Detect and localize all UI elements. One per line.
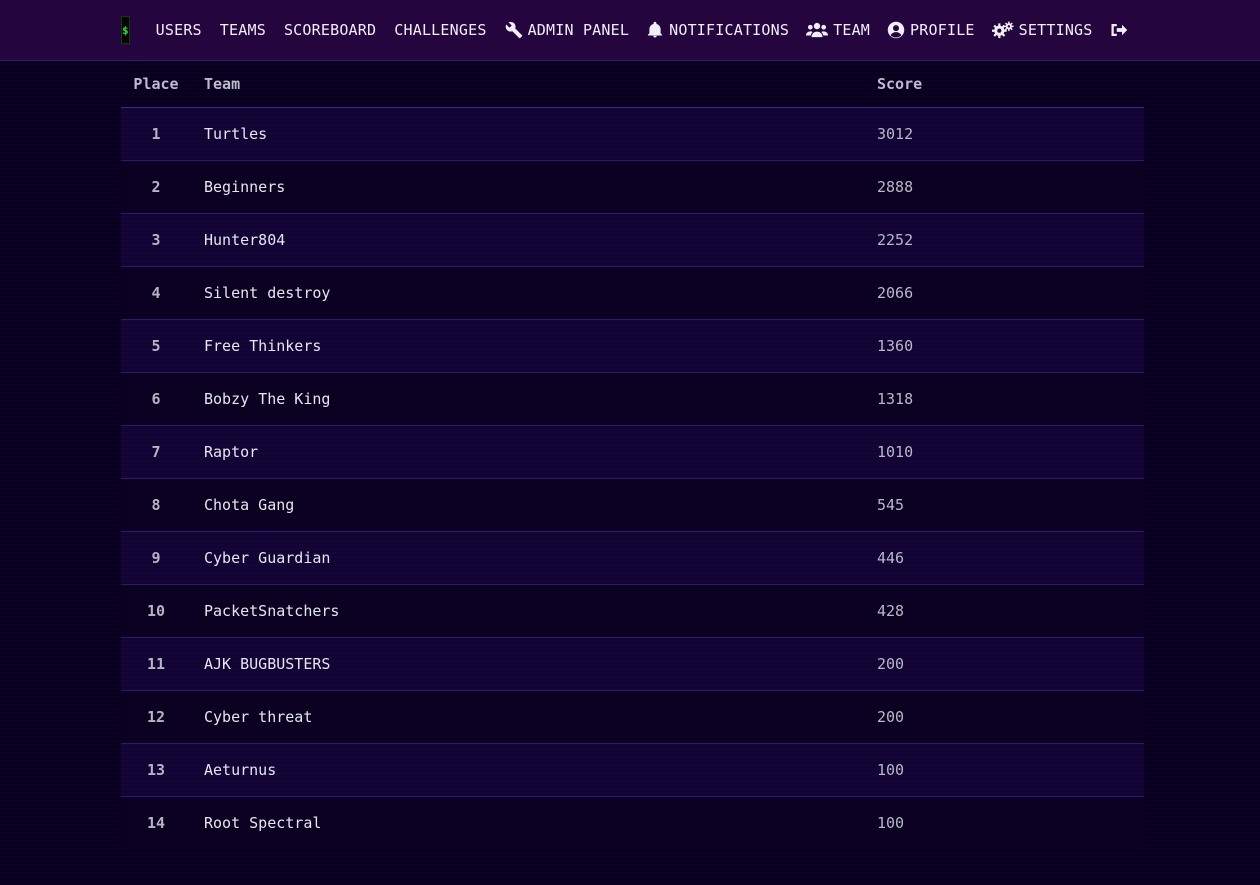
table-row: 1 Turtles 3012 [121, 107, 1144, 161]
row-place: 1 [121, 107, 191, 161]
scoreboard-table: Place Team Score 1 Turtles 3012 2 Beginners 2… [121, 60, 1144, 849]
table-row: 14 Root Spectral 100 [121, 796, 1144, 850]
scoreboard-header: Place Team Score [121, 60, 1144, 108]
row-team-link[interactable]: Bobzy The King [191, 372, 877, 426]
navbar-inner: $ USERS TEAMS SCOREBOARD CHALLENGES ADMI… [121, 0, 1128, 60]
row-score: 200 [877, 637, 1144, 691]
nav-label-settings: SETTINGS [1018, 21, 1093, 39]
nav-link-profile[interactable]: PROFILE [887, 21, 975, 39]
row-team-link[interactable]: Root Spectral [191, 797, 877, 850]
row-team-link[interactable]: Chota Gang [191, 478, 877, 532]
users-icon [806, 21, 829, 39]
nav-label-notifications: NOTIFICATIONS [669, 21, 790, 39]
nav-label-team: TEAM [833, 21, 871, 39]
row-place: 8 [121, 478, 191, 532]
row-score: 100 [877, 743, 1144, 797]
bell-icon [646, 21, 664, 39]
row-score: 1318 [877, 372, 1144, 426]
scoreboard-table-container: Place Team Score 1 Turtles 3012 2 Beginners 2… [121, 60, 1144, 849]
table-row: 4 Silent destroy 2066 [121, 266, 1144, 320]
table-row: 10 PacketSnatchers 428 [121, 584, 1144, 638]
header-row: Place Team Score [121, 60, 1144, 108]
table-row: 12 Cyber threat 200 [121, 690, 1144, 744]
row-team-link[interactable]: Turtles [191, 107, 877, 161]
site-logo[interactable]: $ [121, 16, 130, 44]
row-place: 13 [121, 743, 191, 797]
row-team-link[interactable]: Cyber threat [191, 690, 877, 744]
row-score: 428 [877, 584, 1144, 638]
row-place: 2 [121, 160, 191, 214]
nav-left-links: USERS TEAMS SCOREBOARD CHALLENGES [156, 21, 505, 39]
row-team-link[interactable]: Beginners [191, 160, 877, 214]
nav-link-teams[interactable]: TEAMS [220, 21, 266, 39]
row-score: 545 [877, 478, 1144, 532]
row-place: 10 [121, 584, 191, 638]
table-row: 5 Free Thinkers 1360 [121, 319, 1144, 373]
row-team-link[interactable]: Raptor [191, 425, 877, 479]
header-team: Team [191, 60, 877, 108]
row-place: 7 [121, 425, 191, 479]
row-score: 2888 [877, 160, 1144, 214]
nav-label-admin-panel: ADMIN PANEL [527, 21, 630, 39]
table-row: 2 Beginners 2888 [121, 160, 1144, 214]
table-row: 7 Raptor 1010 [121, 425, 1144, 479]
table-row: 13 Aeturnus 100 [121, 743, 1144, 797]
user-circle-icon [887, 21, 905, 39]
nav-link-admin-panel[interactable]: ADMIN PANEL [505, 21, 630, 39]
table-row: 6 Bobzy The King 1318 [121, 372, 1144, 426]
row-team-link[interactable]: Aeturnus [191, 743, 877, 797]
row-score: 1010 [877, 425, 1144, 479]
row-place: 11 [121, 637, 191, 691]
top-navbar: $ USERS TEAMS SCOREBOARD CHALLENGES ADMI… [0, 0, 1260, 61]
header-place: Place [121, 60, 191, 108]
table-row: 11 AJK BUGBUSTERS 200 [121, 637, 1144, 691]
row-score: 2066 [877, 266, 1144, 320]
row-place: 3 [121, 213, 191, 267]
row-team-link[interactable]: Free Thinkers [191, 319, 877, 373]
nav-link-settings[interactable]: SETTINGS [991, 21, 1093, 39]
nav-link-scoreboard[interactable]: SCOREBOARD [284, 21, 376, 39]
row-place: 5 [121, 319, 191, 373]
scoreboard-body: 1 Turtles 3012 2 Beginners 2888 3 Hunter804 2252… [121, 107, 1144, 850]
row-place: 12 [121, 690, 191, 744]
row-score: 446 [877, 531, 1144, 585]
wrench-icon [505, 21, 523, 39]
gears-icon [991, 21, 1014, 39]
header-score: Score [877, 60, 1144, 108]
row-place: 4 [121, 266, 191, 320]
row-score: 200 [877, 690, 1144, 744]
nav-label-profile: PROFILE [910, 21, 975, 39]
nav-link-users[interactable]: USERS [156, 21, 202, 39]
row-team-link[interactable]: Cyber Guardian [191, 531, 877, 585]
row-place: 9 [121, 531, 191, 585]
row-place: 14 [146, 814, 166, 832]
table-row: 3 Hunter804 2252 [121, 213, 1144, 267]
nav-link-team[interactable]: TEAM [806, 21, 870, 39]
nav-link-logout[interactable] [1110, 21, 1128, 39]
row-team-link[interactable]: Hunter804 [191, 213, 877, 267]
row-score: 2252 [877, 213, 1144, 267]
row-team-link[interactable]: PacketSnatchers [191, 584, 877, 638]
table-row: 9 Cyber Guardian 446 [121, 531, 1144, 585]
row-place: 6 [121, 372, 191, 426]
nav-right-links: ADMIN PANEL NOTIFICATIONS TEAM PROFILE S… [505, 21, 1128, 39]
row-score: 3012 [877, 107, 1144, 161]
logout-icon [1110, 21, 1128, 39]
row-team-link[interactable]: Silent destroy [191, 266, 877, 320]
nav-link-challenges[interactable]: CHALLENGES [394, 21, 486, 39]
nav-link-notifications[interactable]: NOTIFICATIONS [646, 21, 789, 39]
row-score: 1360 [877, 319, 1144, 373]
row-team-link[interactable]: AJK BUGBUSTERS [191, 637, 877, 691]
table-row: 8 Chota Gang 545 [121, 478, 1144, 532]
row-score: 100 [877, 814, 905, 832]
